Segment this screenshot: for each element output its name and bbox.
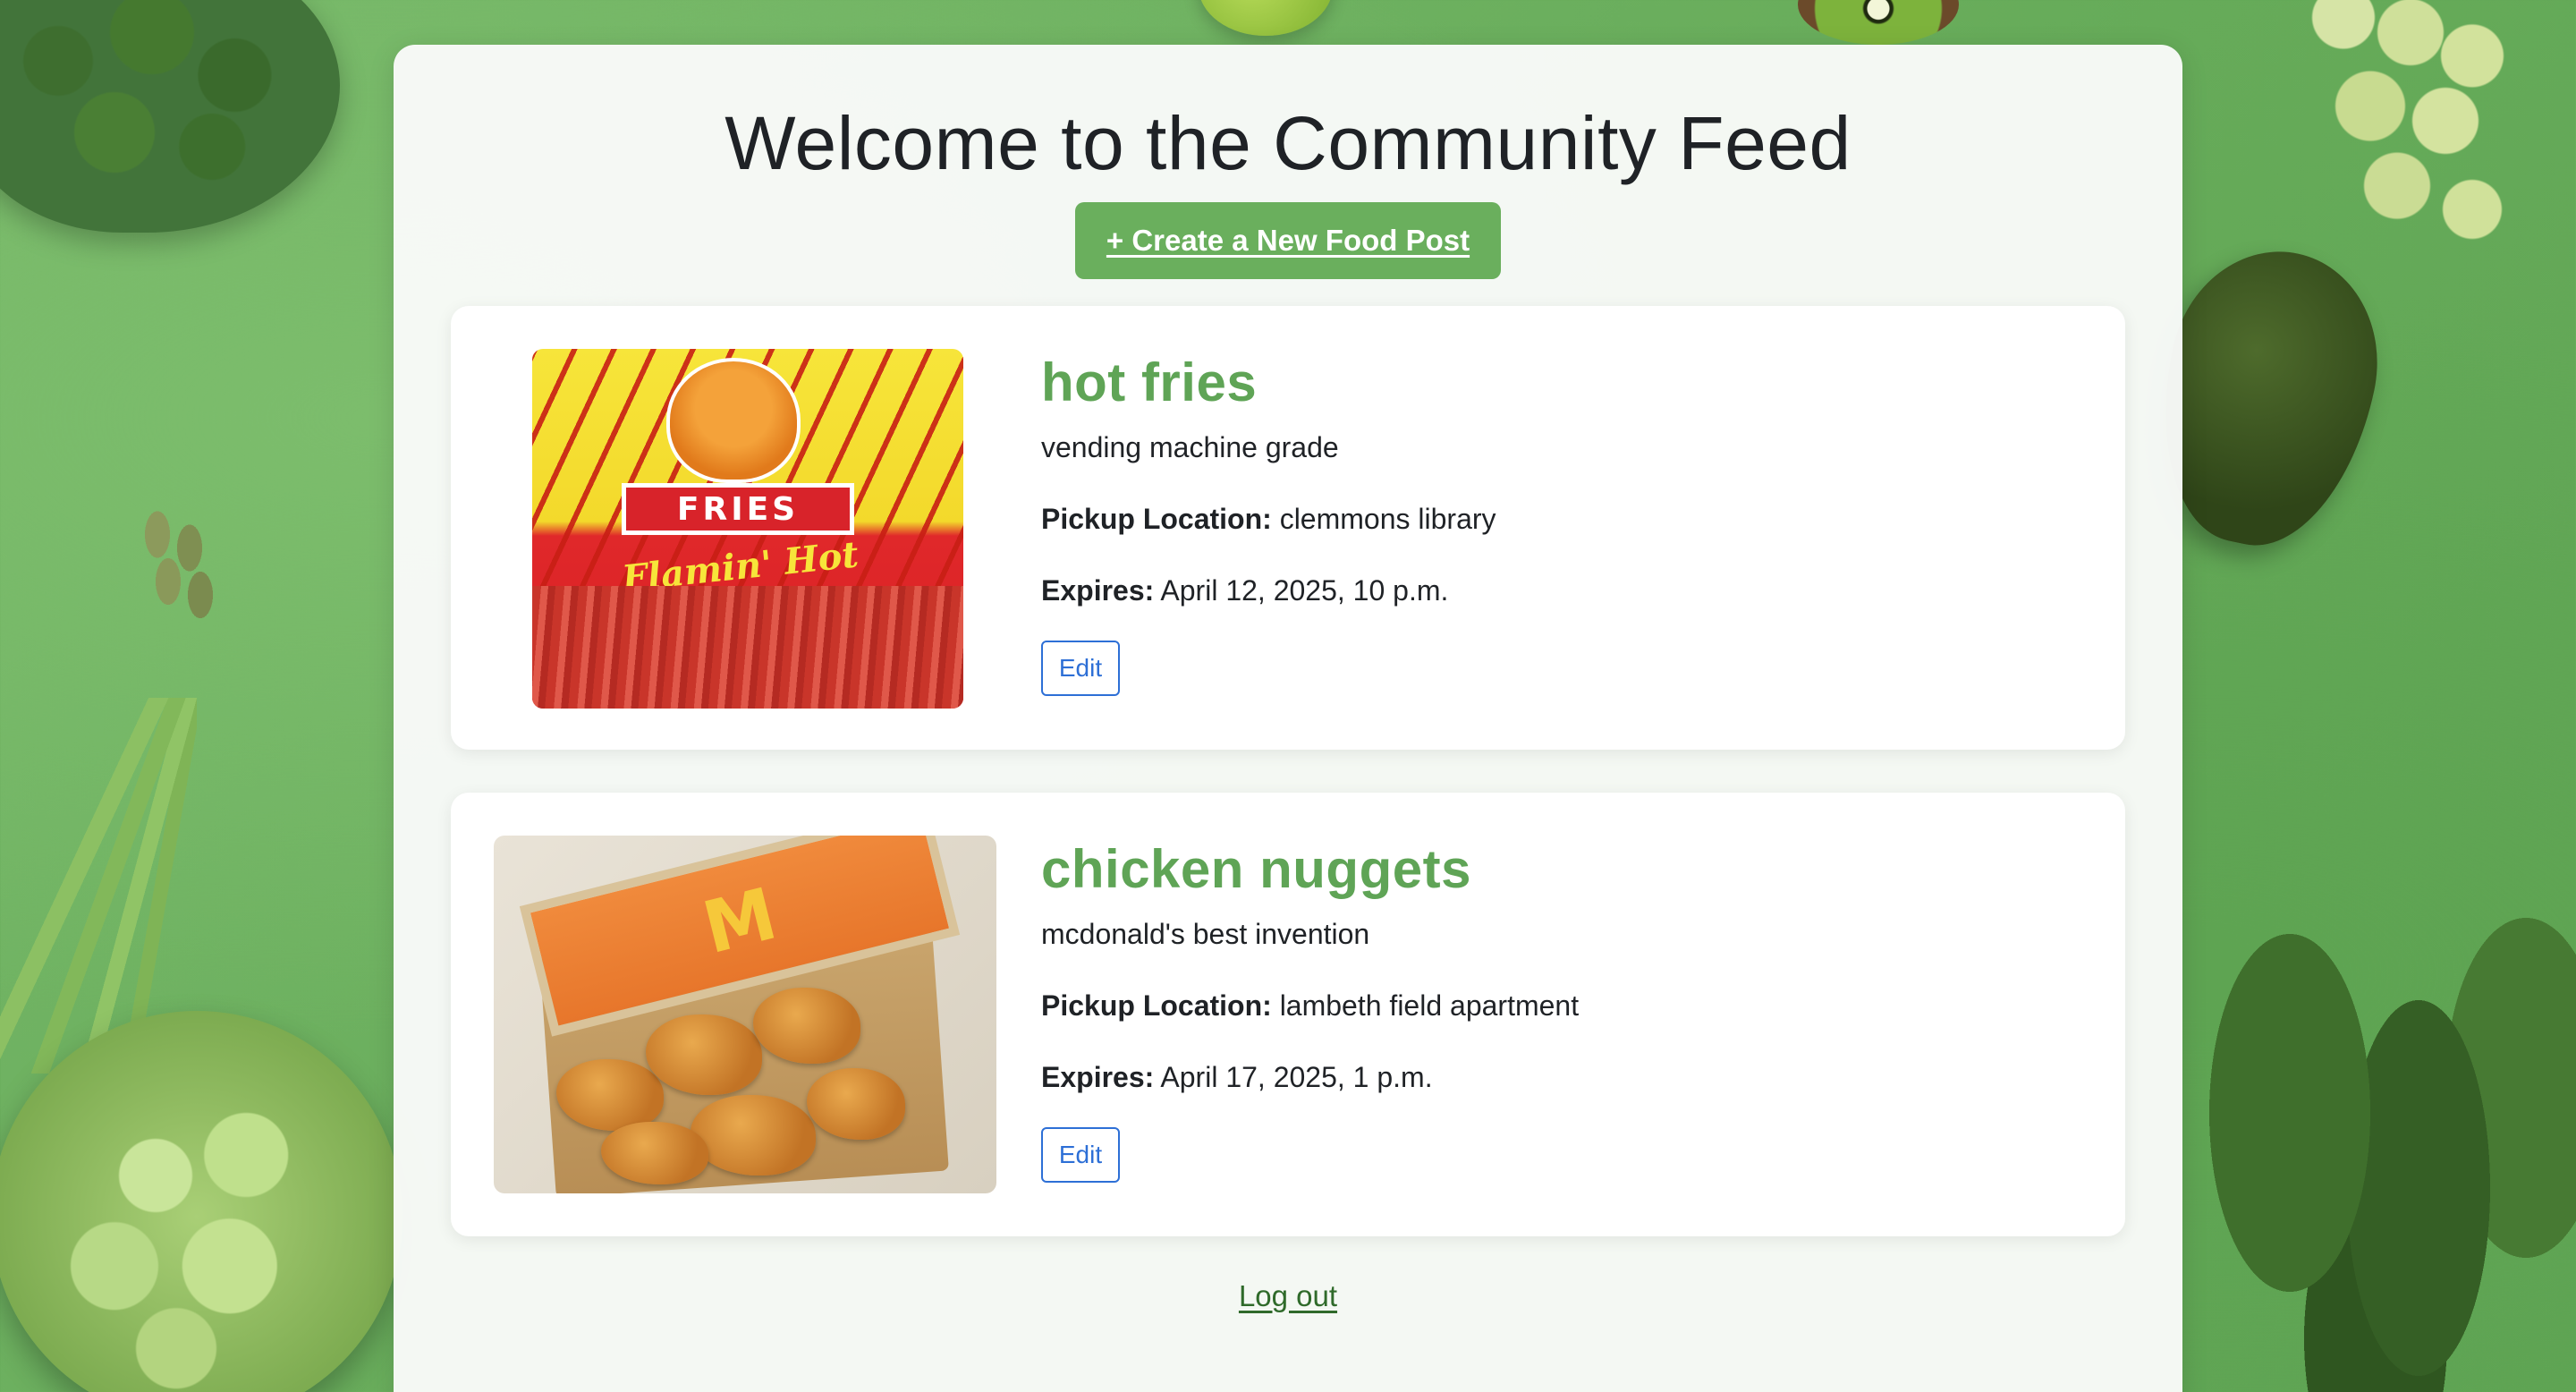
chicken-nuggets-image: M (494, 836, 996, 1193)
logout-container: Log out (394, 1279, 2182, 1313)
pickup-location-value: clemmons library (1279, 503, 1496, 535)
create-food-post-button[interactable]: + Create a New Food Post (1075, 202, 1501, 279)
kiwi-decoration (1798, 0, 1959, 45)
bag-brand-label: FRIES (622, 483, 854, 535)
grapes-decoration (2263, 0, 2531, 268)
pickup-location-label: Pickup Location: (1041, 989, 1272, 1022)
page-title: Welcome to the Community Feed (724, 101, 1852, 185)
romanesco-decoration (0, 1011, 402, 1392)
expires-label: Expires: (1041, 1061, 1155, 1093)
pickup-location-label: Pickup Location: (1041, 503, 1272, 535)
expires-label: Expires: (1041, 574, 1155, 607)
food-post-card: M chicken nuggets mcdonald's best invent… (451, 793, 2125, 1236)
food-post-title: chicken nuggets (1041, 839, 1471, 899)
edit-button[interactable]: Edit (1041, 641, 1120, 696)
edit-button[interactable]: Edit (1041, 1127, 1120, 1183)
feed-panel: Welcome to the Community Feed + Create a… (394, 45, 2182, 1392)
cardamom-decoration (125, 501, 233, 635)
expires-value: April 12, 2025, 10 p.m. (1160, 574, 1449, 607)
expires: Expires: April 17, 2025, 1 p.m. (1041, 1059, 2089, 1095)
food-post-body: hot fries vending machine grade Pickup L… (1041, 349, 2089, 696)
fries-strips (532, 586, 963, 709)
spinach-decoration (2182, 912, 2576, 1392)
pickup-location-value: lambeth field apartment (1279, 989, 1580, 1022)
food-post-image: FRIES Flamin' Hot (532, 349, 963, 709)
expires: Expires: April 12, 2025, 10 p.m. (1041, 573, 2089, 608)
mascot-illustration (666, 358, 801, 483)
lime-decoration (1199, 0, 1333, 36)
pickup-location: Pickup Location: lambeth field apartment (1041, 988, 2089, 1023)
logout-link[interactable]: Log out (1239, 1279, 1337, 1312)
food-post-body: chicken nuggets mcdonald's best inventio… (1041, 836, 2089, 1183)
hot-fries-image: FRIES Flamin' Hot (532, 349, 963, 709)
food-post-description: mcdonald's best invention (1041, 918, 1370, 950)
food-post-card: FRIES Flamin' Hot hot fries vending mach… (451, 306, 2125, 750)
food-post-description: vending machine grade (1041, 431, 1339, 463)
broccoli-decoration (0, 0, 340, 233)
food-post-title: hot fries (1041, 352, 1258, 412)
food-post-image: M (494, 836, 996, 1193)
expires-value: April 17, 2025, 1 p.m. (1160, 1061, 1433, 1093)
pickup-location: Pickup Location: clemmons library (1041, 501, 2089, 537)
